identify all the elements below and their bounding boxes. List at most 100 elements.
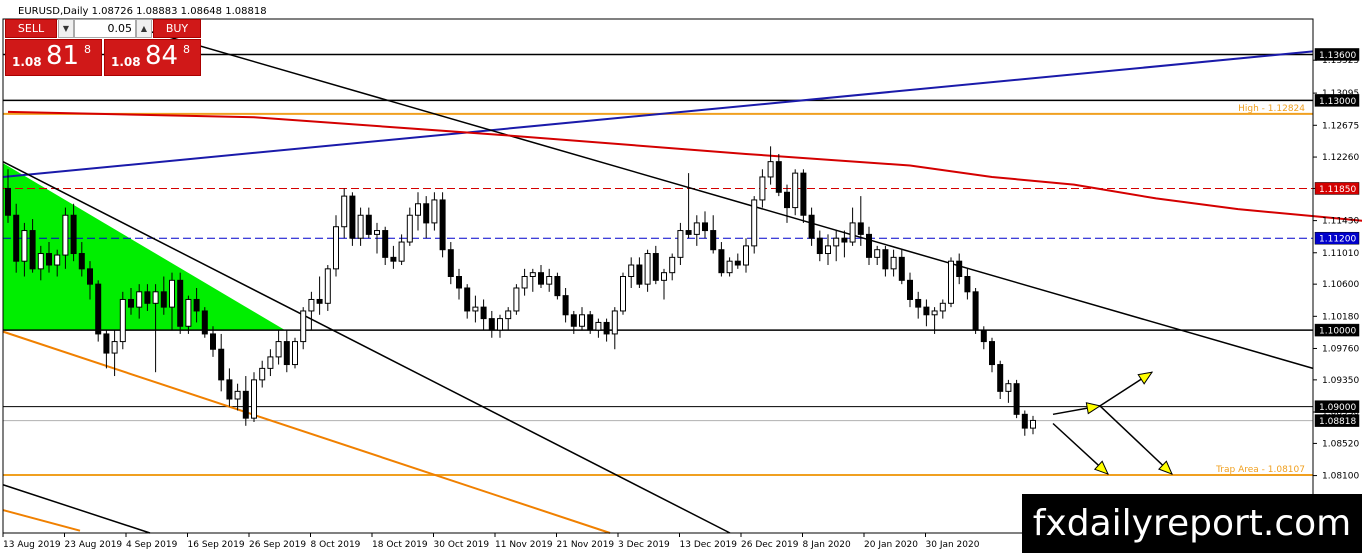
bearish-candle-body <box>210 333 216 350</box>
sell-button[interactable]: SELL <box>5 19 57 38</box>
bullish-candle-body <box>595 321 602 331</box>
bearish-candle-body <box>972 291 979 331</box>
candle <box>439 192 446 258</box>
candle <box>251 372 257 422</box>
bearish-candle-body <box>283 341 290 366</box>
bearish-candle-body <box>390 256 397 262</box>
bullish-candle-body <box>300 310 307 343</box>
buy-button[interactable]: BUY <box>153 19 201 38</box>
bearish-candle-body <box>841 237 848 243</box>
bearish-candle-body <box>784 191 790 209</box>
candle <box>292 337 298 369</box>
bearish-candle-body <box>652 253 659 281</box>
ask-price-prefix: 1.08 <box>111 55 141 69</box>
bullish-candle-body <box>767 161 774 178</box>
price-tag: 1.10000 <box>1314 323 1360 337</box>
bearish-candle-body <box>898 256 905 281</box>
bullish-candle-body <box>415 203 421 216</box>
bullish-candle-body <box>308 298 315 312</box>
bullish-candle-body <box>398 241 405 262</box>
price-tag-label: 1.13000 <box>1319 97 1356 107</box>
bearish-candle-body <box>800 172 807 216</box>
bearish-candle-body <box>382 230 389 258</box>
y-tick-label: 1.10180 <box>1322 312 1359 322</box>
bearish-candle-body <box>603 321 610 335</box>
candle <box>620 272 626 315</box>
bearish-candle-body <box>128 298 134 308</box>
bearish-candle-body <box>488 318 495 331</box>
bullish-candle-body <box>825 245 831 255</box>
bullish-candle-body <box>406 214 413 243</box>
x-tick-label: 26 Dec 2019 <box>741 540 799 550</box>
candle <box>800 169 807 223</box>
bearish-candle-body <box>218 348 225 381</box>
candle <box>587 310 594 334</box>
bid-price-display[interactable]: 1.08 81 8 <box>5 39 102 76</box>
bearish-candle-body <box>316 298 323 304</box>
ask-price-display[interactable]: 1.08 84 8 <box>104 39 201 76</box>
bullish-candle-body <box>521 276 528 289</box>
bearish-candle-body <box>13 214 20 262</box>
price-tag: 1.11200 <box>1314 231 1360 245</box>
lot-increase-button[interactable]: ▲ <box>136 19 152 38</box>
bearish-candle-body <box>1021 413 1028 429</box>
y-tick-label: 1.11010 <box>1322 249 1359 259</box>
lot-decrease-button[interactable]: ▼ <box>58 19 74 38</box>
bullish-candle-body <box>54 254 61 266</box>
bearish-candle-body <box>464 287 471 312</box>
level-annotation: High - 1.12824 <box>1238 104 1305 114</box>
bullish-candle-body <box>357 214 364 239</box>
bearish-candle-body <box>447 249 454 277</box>
bearish-candle-body <box>177 279 184 327</box>
candle <box>119 291 126 350</box>
bearish-candle-body <box>636 264 643 285</box>
bullish-candle-body <box>37 253 44 270</box>
bullish-candle-body <box>939 302 946 312</box>
x-tick-label: 13 Aug 2019 <box>3 540 61 550</box>
x-tick-label: 30 Jan 2020 <box>926 540 980 550</box>
bearish-candle-body <box>775 161 782 193</box>
x-tick-label: 8 Oct 2019 <box>311 540 361 550</box>
candle <box>95 280 102 342</box>
bearish-candle-body <box>349 195 356 239</box>
bearish-candle-body <box>734 260 741 266</box>
candle <box>948 257 954 308</box>
bearish-candle-body <box>562 295 569 316</box>
bullish-candle-body <box>505 310 512 320</box>
bullish-candle-body <box>693 222 700 235</box>
bearish-candle-body <box>70 214 77 255</box>
lot-size-input[interactable] <box>74 19 136 38</box>
bearish-candle-body <box>718 249 725 274</box>
bullish-candle-body <box>341 195 348 228</box>
bearish-candle-body <box>915 298 922 308</box>
bearish-candle-body <box>456 276 462 289</box>
x-tick-label: 3 Dec 2019 <box>618 540 670 550</box>
x-tick-label: 21 Nov 2019 <box>557 540 615 550</box>
price-tag-label: 1.09000 <box>1319 403 1356 413</box>
bullish-candle-body <box>792 172 799 209</box>
bearish-candle-body <box>226 379 233 400</box>
bullish-candle-body <box>62 214 69 256</box>
candle <box>972 287 979 334</box>
x-tick-label: 30 Oct 2019 <box>434 540 490 550</box>
bearish-candle-body <box>570 314 577 327</box>
x-tick-label: 16 Sep 2019 <box>188 540 245 550</box>
bullish-candle-body <box>1030 419 1036 429</box>
bearish-candle-body <box>480 306 487 320</box>
bearish-candle-body <box>587 314 594 331</box>
bullish-candle-body <box>111 341 118 354</box>
bullish-candle-body <box>611 310 618 335</box>
bullish-candle-body <box>185 298 192 327</box>
x-tick-label: 13 Dec 2019 <box>680 540 738 550</box>
bullish-candle-body <box>251 379 257 419</box>
candlestick-chart: EURUSD,Daily 1.08726 1.08883 1.08648 1.0… <box>0 0 1362 553</box>
bearish-candle-body <box>95 283 102 335</box>
bullish-candle-body <box>119 298 126 343</box>
one-click-trading-panel: SELL ▼ ▲ BUY 1.08 81 8 1.08 84 8 <box>5 19 201 76</box>
bearish-candle-body <box>857 222 864 235</box>
bearish-candle-body <box>242 390 249 419</box>
bearish-candle-body <box>78 253 85 270</box>
bullish-candle-body <box>677 230 684 258</box>
bullish-candle-body <box>931 310 938 316</box>
bullish-candle-body <box>743 245 749 266</box>
